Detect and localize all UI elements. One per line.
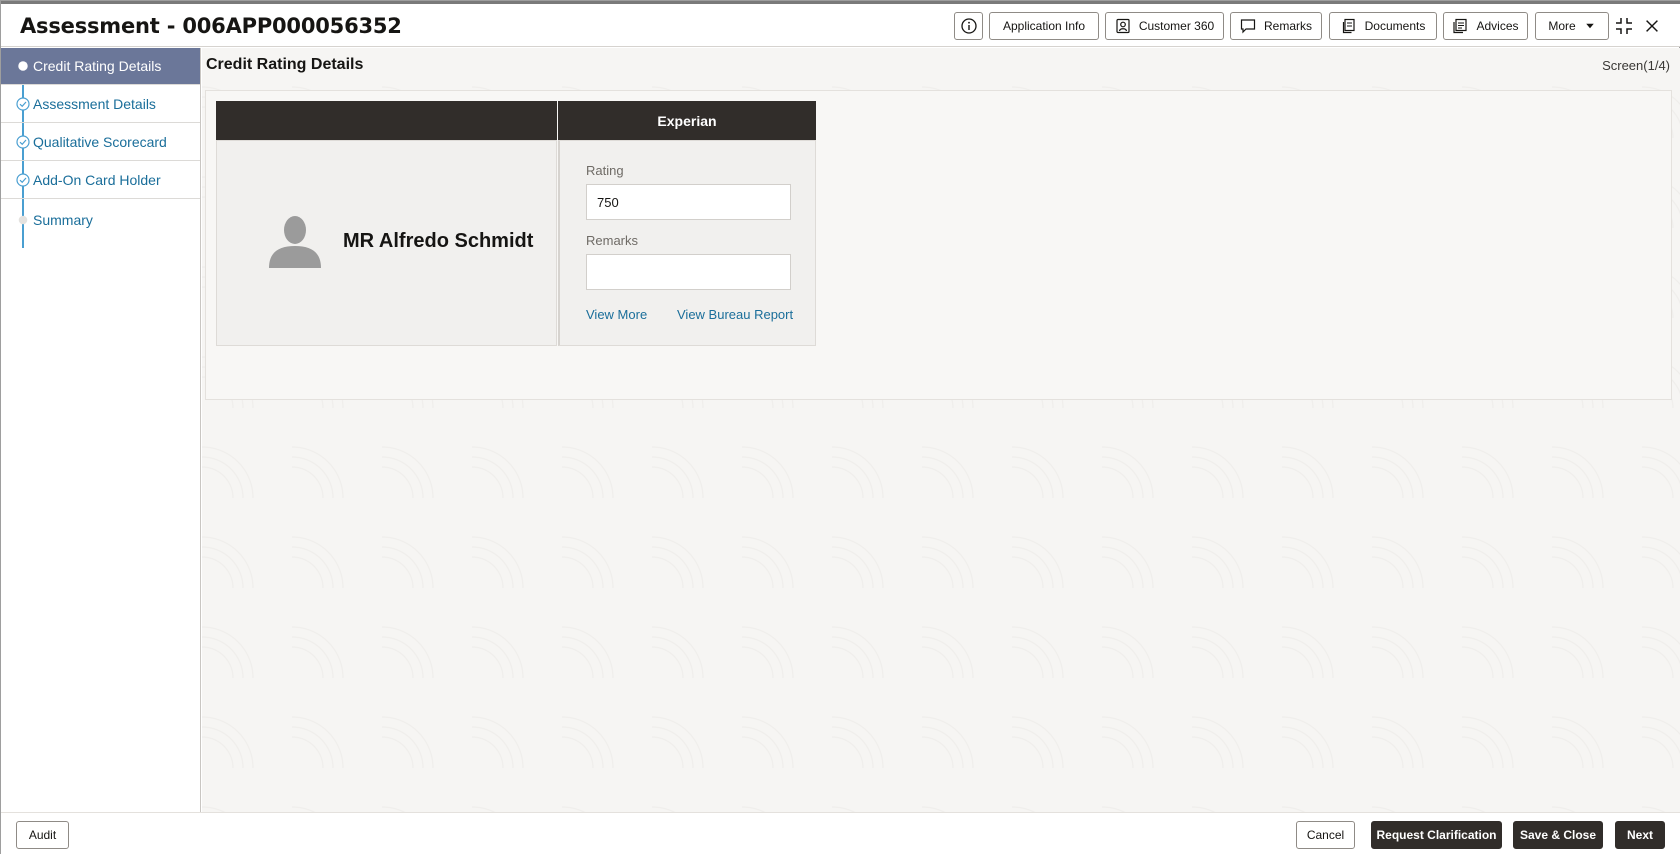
comment-icon <box>1240 19 1256 34</box>
collapse-icon <box>1616 18 1632 34</box>
bureau-card-table: Experian MR Alfredo Schmidt Rating 750 R… <box>216 101 816 346</box>
train-stop-sidebar: Credit Rating Details Assessment Details… <box>1 48 201 812</box>
remarks-label: Remarks <box>1263 19 1312 33</box>
advices-icon <box>1453 18 1468 34</box>
documents-label: Documents <box>1364 19 1426 33</box>
footer-bar: Audit Cancel Request Clarification Save … <box>1 812 1680 854</box>
remarks-label: Remarks <box>586 233 639 248</box>
save-close-button[interactable]: Save & Close <box>1513 821 1603 849</box>
sidebar-item-label: Credit Rating Details <box>33 58 162 74</box>
info-button[interactable] <box>954 12 983 40</box>
applicant-name: MR Alfredo Schmidt <box>343 230 534 252</box>
current-step-icon <box>16 59 30 73</box>
check-circle-icon <box>16 172 30 187</box>
pending-step-icon <box>16 213 30 227</box>
credit-rating-panel: Experian MR Alfredo Schmidt Rating 750 R… <box>205 90 1672 400</box>
rating-label: Rating <box>586 163 624 178</box>
bureau-name: Experian <box>657 112 717 129</box>
applicant-cell: MR Alfredo Schmidt <box>216 140 557 346</box>
remarks-field[interactable] <box>586 254 791 290</box>
application-info-button[interactable]: Application Info <box>989 12 1099 40</box>
sidebar-item-label: Add-On Card Holder <box>33 171 161 188</box>
advices-label: Advices <box>1476 19 1519 33</box>
application-info-label: Application Info <box>1002 19 1086 33</box>
bureau-header-cell: Experian <box>558 101 816 140</box>
advices-button[interactable]: Advices <box>1443 12 1528 40</box>
rating-value: 750 <box>597 194 619 210</box>
header-bar: Assessment - 006APP000056352 Application… <box>1 4 1680 47</box>
more-dropdown[interactable]: More <box>1535 12 1609 40</box>
request-clarification-button[interactable]: Request Clarification <box>1371 821 1502 849</box>
documents-button[interactable]: Documents <box>1329 12 1437 40</box>
bureau-details-cell: Rating 750 Remarks View More View Bureau… <box>558 140 816 346</box>
audit-button[interactable]: Audit <box>16 821 69 849</box>
customer-icon <box>1116 18 1130 34</box>
sidebar-item-assessment-details[interactable]: Assessment Details <box>1 85 200 123</box>
sidebar-item-label: Assessment Details <box>33 95 156 112</box>
remarks-button[interactable]: Remarks <box>1230 12 1322 40</box>
next-button[interactable]: Next <box>1615 821 1665 849</box>
sidebar-item-qualitative-scorecard[interactable]: Qualitative Scorecard <box>1 123 200 161</box>
main-content: Credit Rating Details Screen(1/4) Experi… <box>202 48 1680 812</box>
customer-360-label: Customer 360 <box>1138 19 1215 33</box>
sidebar-item-label: Qualitative Scorecard <box>33 133 167 150</box>
check-circle-icon <box>16 96 30 111</box>
sidebar-item-credit-rating-details[interactable]: Credit Rating Details <box>1 48 200 85</box>
more-label: More <box>1548 19 1576 33</box>
info-icon <box>960 18 977 34</box>
app-window: Assessment - 006APP000056352 Application… <box>0 0 1680 854</box>
customer-360-button[interactable]: Customer 360 <box>1105 12 1224 40</box>
caret-down-icon <box>1585 23 1594 29</box>
applicant-header-cell <box>216 101 557 140</box>
sidebar-item-summary[interactable]: Summary <box>1 199 200 241</box>
view-more-link[interactable]: View More <box>586 307 647 322</box>
avatar-icon <box>269 216 321 268</box>
close-icon <box>1646 20 1658 32</box>
cancel-button[interactable]: Cancel <box>1296 821 1355 849</box>
screen-counter: Screen(1/4) <box>1602 58 1670 73</box>
view-bureau-report-link[interactable]: View Bureau Report <box>677 307 793 322</box>
minimize-button[interactable] <box>1614 16 1634 36</box>
documents-icon <box>1342 18 1355 34</box>
check-circle-icon <box>16 134 30 149</box>
section-title: Credit Rating Details <box>206 56 364 73</box>
sidebar-item-label: Summary <box>33 212 93 228</box>
sidebar-item-add-on-card-holder[interactable]: Add-On Card Holder <box>1 161 200 199</box>
close-button[interactable] <box>1642 16 1662 36</box>
rating-field[interactable]: 750 <box>586 184 791 220</box>
page-title: Assessment - 006APP000056352 <box>20 14 402 38</box>
